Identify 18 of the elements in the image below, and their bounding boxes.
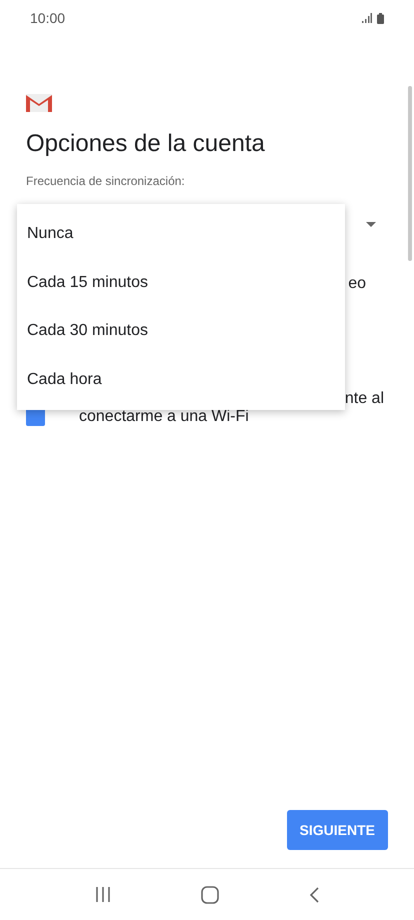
status-time: 10:00 <box>30 10 66 26</box>
next-button[interactable]: SIGUIENTE <box>286 810 388 850</box>
dropdown-arrow-icon[interactable] <box>366 222 376 226</box>
recent-apps-icon[interactable] <box>95 887 111 902</box>
setting-text: conectarme a una Wi-Fi <box>79 408 250 426</box>
signal-icon <box>362 13 372 23</box>
menu-option[interactable]: Cada 30 minutos <box>17 307 345 356</box>
mail-logo-icon <box>26 94 52 112</box>
setting-text: nte al <box>344 390 385 408</box>
setting-text: eo <box>348 275 366 293</box>
menu-option[interactable]: Cada 15 minutos <box>17 258 345 307</box>
battery-icon <box>377 12 384 24</box>
home-icon[interactable] <box>201 886 219 904</box>
menu-option[interactable]: Cada hora <box>17 356 345 404</box>
page-title: Opciones de la cuenta <box>26 130 266 158</box>
back-icon[interactable] <box>309 886 319 902</box>
menu-option[interactable]: Nunca <box>17 210 345 258</box>
field-label: Frecuencia de sincronización: <box>26 174 186 188</box>
